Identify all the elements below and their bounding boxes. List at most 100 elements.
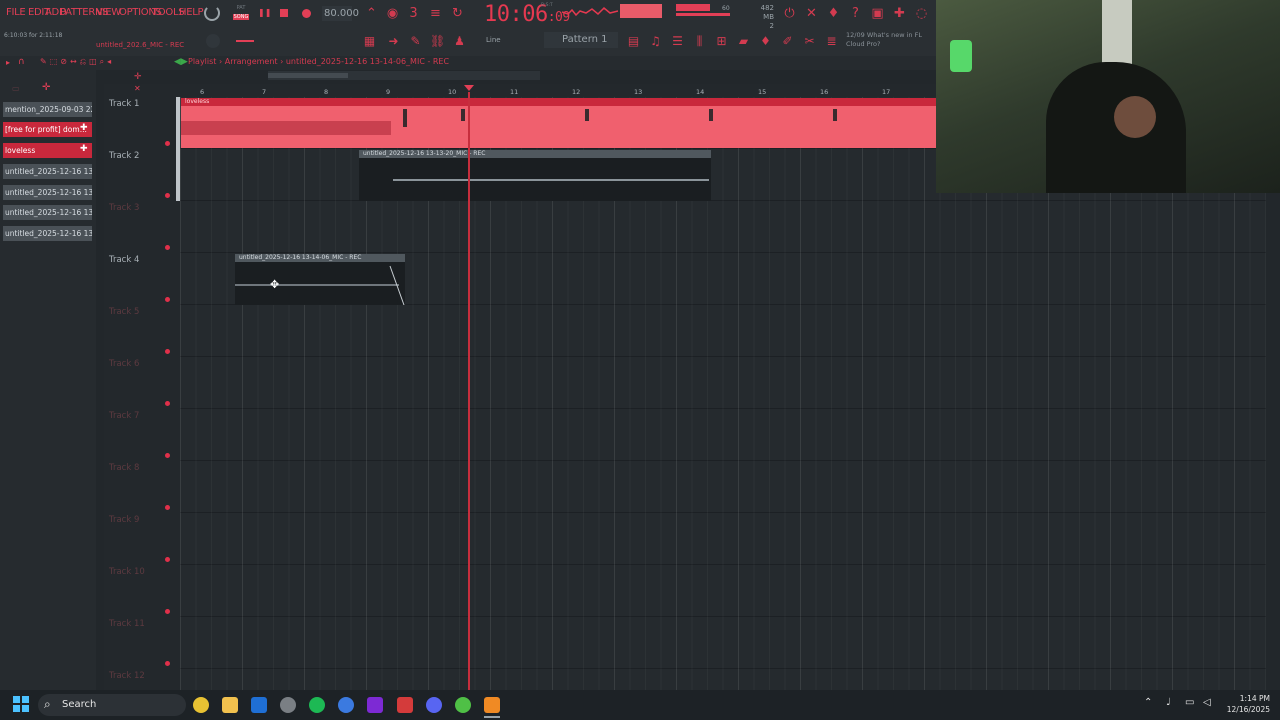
app-icon-arrow[interactable]: [338, 697, 354, 713]
playlist-tools[interactable]: ✎⬚⊘↔⎌◫⌕◂: [40, 57, 160, 69]
discord-icon[interactable]: [426, 697, 442, 713]
stamp-icon[interactable]: ♟: [452, 34, 467, 49]
channel-rack-icon[interactable]: ☰: [670, 34, 685, 49]
plugin-icon[interactable]: ✚: [892, 6, 907, 21]
app-icon-blue[interactable]: [251, 697, 267, 713]
track-mute-dot[interactable]: [165, 557, 170, 562]
track-name-5[interactable]: Track 5: [109, 307, 139, 317]
stop-button[interactable]: [280, 9, 288, 17]
track-name-11[interactable]: Track 11: [109, 619, 145, 629]
menu-file[interactable]: FILE: [6, 7, 26, 18]
close-icon[interactable]: ✕: [134, 84, 141, 93]
browser-item[interactable]: untitled_2025-12-16 13-...: [3, 185, 92, 200]
file-explorer-icon[interactable]: [222, 697, 238, 713]
arrow-icon[interactable]: ➜: [386, 34, 401, 49]
track-name-2[interactable]: Track 2: [109, 151, 139, 161]
play-clip-icon[interactable]: ◀▶: [174, 57, 188, 67]
help-icon[interactable]: ?: [848, 6, 863, 21]
browser-item[interactable]: untitled_2025-12-16 13-...: [3, 205, 92, 220]
browser-nav-icon[interactable]: ▭: [12, 84, 20, 93]
track-mute-dot[interactable]: [165, 661, 170, 666]
track-mute-dot[interactable]: [165, 453, 170, 458]
browser-icon[interactable]: ▰: [736, 34, 751, 49]
audio-clip-loveless[interactable]: loveless: [181, 98, 936, 148]
track-name-3[interactable]: Track 3: [109, 203, 139, 213]
tray-mic-icon[interactable]: ♩: [1166, 697, 1171, 708]
song-mode-toggle[interactable]: PAT SONG: [230, 4, 252, 22]
track-name-12[interactable]: Track 12: [109, 671, 145, 681]
track-mute-dot[interactable]: [165, 141, 170, 146]
app-icon-grey[interactable]: [280, 697, 296, 713]
playhead-marker[interactable]: [464, 85, 474, 91]
metronome-icon[interactable]: ⌃: [364, 6, 379, 21]
browser-item[interactable]: untitled_2025-12-16 13-...: [3, 226, 92, 241]
zoom-icon[interactable]: ✛: [134, 72, 142, 82]
app-icon-green[interactable]: [455, 697, 471, 713]
audio-clip-mic-1[interactable]: untitled_2025-12-16 13-13-20_MIC - REC: [359, 150, 711, 201]
playlist-icon[interactable]: ▤: [626, 34, 641, 49]
tray-volume-icon[interactable]: ◁: [1203, 697, 1211, 708]
step-edit-icon[interactable]: ≡: [428, 6, 443, 21]
taskbar-clock[interactable]: 1:14 PM 12/16/2025: [1220, 693, 1270, 715]
master-pitch-slider[interactable]: [236, 40, 254, 42]
browser-item[interactable]: [free for profit] dom...: [3, 122, 92, 137]
scroll-thumb[interactable]: [268, 73, 348, 78]
horizontal-scrollbar[interactable]: [268, 71, 540, 80]
mic-icon[interactable]: ♦: [826, 6, 841, 21]
taskbar-search[interactable]: ⌕ Search: [38, 694, 186, 716]
piano-roll-icon[interactable]: ♫: [648, 34, 663, 49]
track-mute-dot[interactable]: [165, 505, 170, 510]
news-panel[interactable]: 12/09 What's new in FL Cloud Pro?: [846, 31, 932, 49]
chat-icon[interactable]: ◌: [914, 6, 929, 21]
track-name-10[interactable]: Track 10: [109, 567, 145, 577]
track-mute-dot[interactable]: [165, 245, 170, 250]
add-track-icon[interactable]: ✚: [80, 123, 88, 133]
track-name-9[interactable]: Track 9: [109, 515, 139, 525]
track-mute-dot[interactable]: [165, 401, 170, 406]
record-button[interactable]: [302, 9, 311, 18]
power-icon[interactable]: ⏻: [782, 6, 797, 21]
track-name-6[interactable]: Track 6: [109, 359, 139, 369]
track-mute-dot[interactable]: [165, 609, 170, 614]
breadcrumb-arrangement[interactable]: Arrangement: [225, 57, 278, 66]
browser-item[interactable]: mention_2025-09-03 22...: [3, 102, 92, 117]
app-icon-red[interactable]: [397, 697, 413, 713]
wait-record-icon[interactable]: ◉: [385, 6, 400, 21]
track-name-7[interactable]: Track 7: [109, 411, 139, 421]
tray-chevron-icon[interactable]: ⌃: [1144, 697, 1152, 708]
browser-item[interactable]: loveless: [3, 143, 92, 158]
tempo-display[interactable]: 80.000: [322, 6, 359, 21]
snap-select[interactable]: Line: [472, 33, 534, 48]
plug-icon[interactable]: ✂: [802, 34, 817, 49]
brush-icon[interactable]: ✐: [780, 34, 795, 49]
collapse-icon[interactable]: ▸: [6, 58, 10, 67]
tools-icon[interactable]: ✕: [804, 6, 819, 21]
spotify-icon[interactable]: [309, 697, 325, 713]
list-icon[interactable]: ≣: [824, 34, 839, 49]
mic-input-icon[interactable]: ♦: [758, 34, 773, 49]
add-track-icon[interactable]: ✚: [80, 144, 88, 154]
countdown-icon[interactable]: 3: [406, 6, 421, 21]
windows-start-icon[interactable]: [13, 696, 29, 712]
menu-view[interactable]: VIEW: [96, 7, 121, 18]
link-icon[interactable]: ⛓: [430, 34, 445, 49]
mixer-icon[interactable]: ⫼: [692, 34, 707, 49]
track-name-4[interactable]: Track 4: [109, 255, 139, 265]
loop-record-icon[interactable]: ↻: [450, 6, 465, 21]
track-mute-dot[interactable]: [165, 297, 170, 302]
pause-icon[interactable]: ❚❚: [258, 8, 271, 18]
snap-icon[interactable]: ▦: [362, 34, 377, 49]
track-name-8[interactable]: Track 8: [109, 463, 139, 473]
magnet-icon[interactable]: ∩: [18, 57, 25, 67]
track-mute-dot[interactable]: [165, 193, 170, 198]
save-icon[interactable]: ▣: [870, 6, 885, 21]
track-mute-dot[interactable]: [165, 349, 170, 354]
fl-studio-icon[interactable]: [484, 697, 500, 713]
playhead[interactable]: [468, 92, 470, 690]
app-icon-purple[interactable]: [367, 697, 383, 713]
pencil-icon[interactable]: ✎: [408, 34, 423, 49]
pattern-selector[interactable]: Pattern 1: [544, 32, 618, 48]
chrome-icon[interactable]: [193, 697, 209, 713]
audio-clip-mic-2[interactable]: untitled_2025-12-16 13-14-06_MIC - REC: [235, 254, 405, 305]
menu-help[interactable]: HELP: [179, 7, 204, 18]
